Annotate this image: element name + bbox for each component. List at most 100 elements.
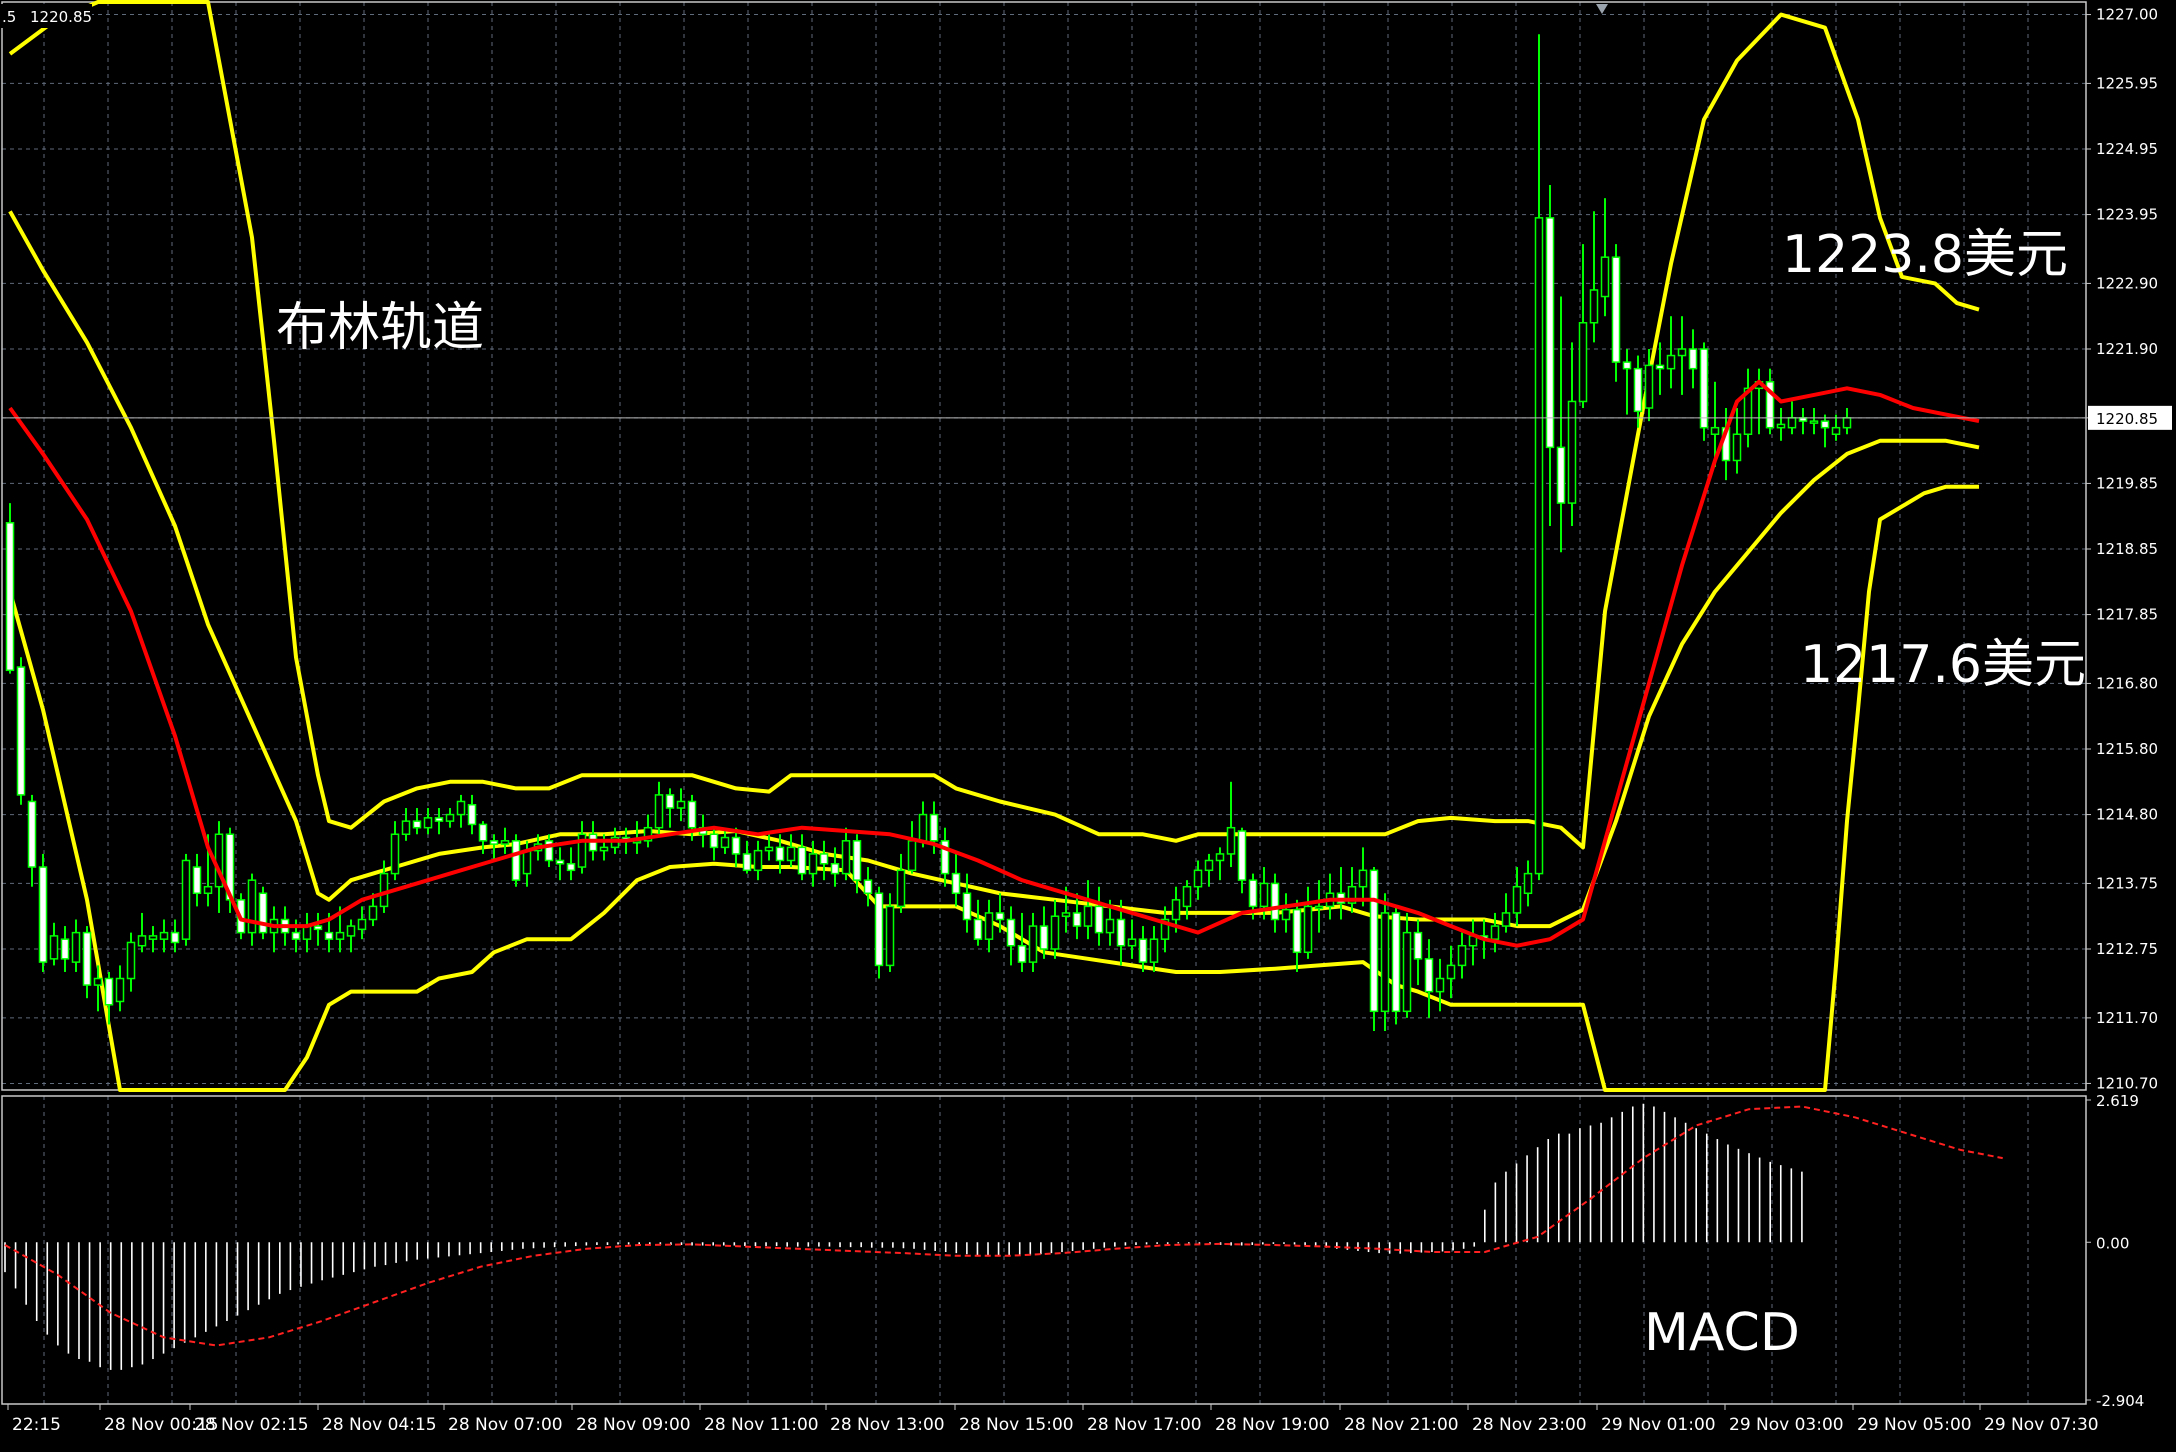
candlestick[interactable] [874, 886, 884, 979]
candle-body-bullish [247, 879, 257, 934]
candle-body-bullish [49, 935, 59, 960]
candle-body-bullish [676, 800, 686, 809]
time-tick-label: 28 Nov 21:00 [1344, 1415, 1459, 1435]
candle-body-bearish [1072, 912, 1082, 927]
candle-body-bullish [786, 846, 796, 862]
bollinger-label: 布林轨道 [276, 298, 484, 358]
candlestick[interactable] [1369, 867, 1379, 1031]
candle-body-bullish [764, 846, 774, 852]
candle-body-bearish [742, 853, 752, 872]
candle-body-bearish [1116, 918, 1126, 947]
candle-body-bullish [1127, 938, 1137, 947]
candlestick[interactable] [1391, 906, 1401, 1025]
candlestick[interactable] [16, 657, 26, 805]
candle-body-bearish [1017, 944, 1027, 963]
macd-label: MACD [1644, 1303, 1800, 1363]
time-tick-label: 28 Nov 11:00 [704, 1415, 819, 1435]
candle-body-bearish [1237, 830, 1247, 881]
candle-body-bullish [181, 859, 191, 940]
candle-body-bearish [1039, 925, 1049, 950]
candlestick[interactable] [38, 853, 48, 972]
candle-body-bullish [1644, 364, 1654, 409]
candle-body-bearish [1633, 367, 1643, 413]
candle-body-bearish [874, 892, 884, 967]
candle-body-bullish [1314, 905, 1324, 910]
candle-body-bearish [258, 892, 268, 934]
candle-body-bullish [885, 905, 895, 967]
candlestick[interactable] [1611, 244, 1621, 382]
candle-body-bullish [1512, 885, 1522, 914]
candle-body-bearish [995, 912, 1005, 921]
candle-body-bearish [863, 879, 873, 895]
candle-body-bullish [1215, 853, 1225, 862]
candle-body-bullish [401, 820, 411, 836]
candle-body-bearish [555, 859, 565, 865]
candle-body-bearish [973, 918, 983, 940]
candle-body-bullish [1534, 217, 1544, 875]
price-tick-label: 1219.85 [2096, 474, 2158, 492]
candle-body-bullish [1776, 423, 1786, 429]
candle-body-bullish [1028, 925, 1038, 963]
candle-body-bearish [170, 931, 180, 944]
candle-body-bearish [1413, 931, 1423, 960]
time-tick-label: 29 Nov 07:30 [1984, 1415, 2099, 1435]
price-tick-label: 1225.95 [2096, 74, 2158, 92]
candle-body-bullish [1842, 417, 1852, 429]
candlestick[interactable] [181, 853, 191, 946]
candle-body-bullish [1303, 905, 1313, 954]
candle-body-bearish [929, 813, 939, 842]
time-tick-label: 28 Nov 17:00 [1087, 1415, 1202, 1435]
candle-body-bearish [852, 840, 862, 881]
candle-body-bearish [687, 800, 697, 829]
candle-body-bullish [346, 925, 356, 937]
candle-body-bullish [335, 931, 345, 940]
candlestick[interactable] [5, 503, 15, 674]
candle-body-bullish [1831, 426, 1841, 435]
candle-body-bullish [1105, 918, 1115, 934]
time-tick-label: 29 Nov 05:00 [1857, 1415, 1972, 1435]
candlestick[interactable] [258, 886, 268, 940]
current-price-label: 1220.85 [2096, 410, 2158, 428]
price-tick-label: 1214.80 [2096, 806, 2158, 824]
candle-body-bullish [907, 840, 917, 872]
candle-body-bearish [5, 522, 15, 672]
candlestick[interactable] [1380, 893, 1390, 1031]
candlestick[interactable] [511, 834, 521, 887]
candle-body-bearish [797, 846, 807, 875]
candle-body-bullish [456, 800, 466, 816]
candle-body-bullish [1567, 400, 1577, 504]
price-tick-label: 1227.00 [2096, 6, 2158, 24]
candle-body-bullish [1050, 915, 1060, 950]
macd-tick-label: 2.619 [2096, 1092, 2139, 1110]
candle-body-bullish [368, 905, 378, 921]
candle-body-bearish [819, 853, 829, 865]
candle-body-bearish [324, 931, 334, 940]
candle-body-bullish [357, 918, 367, 931]
price-tick-label: 1212.75 [2096, 940, 2158, 958]
candle-body-bearish [1248, 879, 1258, 908]
candle-body-bearish [1292, 908, 1302, 954]
candlestick[interactable] [1699, 342, 1709, 441]
price-tick-label: 1211.70 [2096, 1009, 2158, 1027]
candle-body-bearish [1138, 938, 1148, 963]
candle-body-bullish [1259, 882, 1269, 908]
time-tick-label: 29 Nov 01:00 [1601, 1415, 1716, 1435]
time-tick-label: 28 Nov 15:00 [959, 1415, 1074, 1435]
candle-body-bullish [1182, 885, 1192, 908]
time-tick-label: 28 Nov 13:00 [830, 1415, 945, 1435]
trading-chart[interactable]: 1227.00 1225.95 1224.95 1223.95 1222.90 1221.… [0, 0, 2176, 1452]
candle-body-bullish [137, 935, 147, 947]
time-tick-label: 28 Nov 04:15 [322, 1415, 437, 1435]
candle-body-bullish [522, 849, 532, 875]
price-tick-label: 1210.70 [2096, 1074, 2158, 1092]
candle-body-bullish [159, 931, 169, 940]
price-tick-label: 1215.80 [2096, 740, 2158, 758]
candle-body-bullish [1578, 322, 1588, 403]
price-tick-label: 1222.90 [2096, 274, 2158, 292]
time-tick-label: 29 Nov 03:00 [1729, 1415, 1844, 1435]
candle-body-bullish [1446, 964, 1456, 980]
candle-body-bullish [71, 931, 81, 963]
candle-body-bullish [1226, 826, 1236, 855]
candle-body-bullish [1457, 944, 1467, 967]
time-tick-label: 28 Nov 07:00 [448, 1415, 563, 1435]
